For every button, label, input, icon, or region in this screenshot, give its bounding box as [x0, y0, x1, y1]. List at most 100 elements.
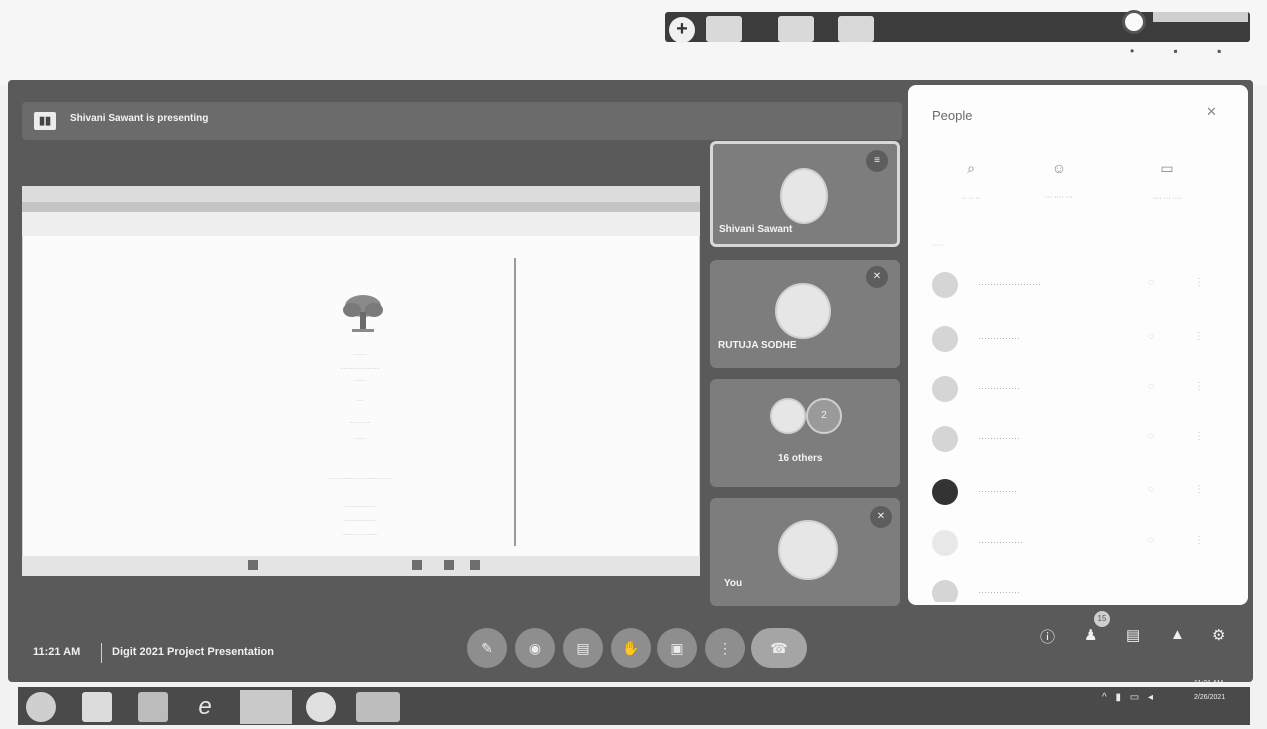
window-controls[interactable] [1153, 12, 1248, 22]
active-window-button[interactable] [240, 690, 292, 724]
more-icon[interactable]: ⋮ [1194, 535, 1204, 546]
avatar [932, 530, 958, 556]
participant-name: 16 others [778, 453, 823, 464]
people-panel-title: People [932, 108, 973, 123]
browser-tab[interactable] [778, 16, 814, 42]
document-text-line: ························ [342, 532, 378, 537]
mic-icon: ◌ [1148, 381, 1154, 392]
mic-off-icon: ✕ [870, 506, 892, 528]
list-item[interactable]: ·············· [930, 578, 1220, 602]
avatar [932, 580, 958, 602]
list-item[interactable]: ··············· ◌ ⋮ [930, 528, 1220, 558]
participants-count-badge: 15 [1094, 611, 1110, 627]
shared-taskbar-icon [248, 560, 258, 570]
shared-taskbar-icon [470, 560, 480, 570]
activities-icon[interactable]: ▲ [1170, 626, 1185, 643]
shared-screen-titlebar [22, 186, 700, 202]
action-label: ··· ···· ··· [1045, 194, 1073, 201]
participant-name: You [724, 578, 743, 589]
present-now-button[interactable]: ▣ [657, 628, 697, 668]
avatar [932, 479, 958, 505]
camera-toggle-button[interactable]: ◉ [515, 628, 555, 668]
mic-off-icon: ✕ [866, 266, 888, 288]
chat-icon[interactable]: ▤ [1126, 626, 1140, 644]
more-icon[interactable]: ⋮ [1194, 484, 1204, 495]
close-icon[interactable]: ✕ [1206, 104, 1217, 120]
more-icon[interactable]: ⋮ [1194, 381, 1204, 392]
extension-icons[interactable]: • ▪ ▪ [1130, 44, 1239, 58]
participant-name-blurred: ·············· [978, 383, 1020, 393]
action-label: ·· ·· ·· [962, 195, 980, 202]
participant-name-blurred: ····················· [978, 279, 1041, 289]
raise-hand-button[interactable]: ✋ [611, 628, 651, 668]
meeting-title: Digit 2021 Project Presentation [112, 646, 274, 658]
host-controls-icon[interactable]: ⚙ [1212, 626, 1225, 644]
leave-call-button[interactable]: ☎ [751, 628, 807, 668]
presenter-avatar-icon: ▮▮ [34, 112, 56, 130]
browser-tab[interactable] [706, 16, 742, 42]
system-tray-icons[interactable]: ^ ▮ ▭ ◂ [1102, 692, 1156, 703]
internet-explorer-icon[interactable]: e [190, 692, 220, 722]
screenshot: + • ▪ ▪ ▮▮ Shivani Sawant is presenting … [0, 0, 1267, 729]
avatar [932, 376, 958, 402]
search-icon: ⌕ [967, 160, 975, 176]
list-item[interactable]: ·············· ◌ ⋮ [930, 324, 1220, 354]
audio-level-icon: ≡ [866, 150, 888, 172]
mic-icon: ◌ [1148, 431, 1154, 442]
avatar [932, 426, 958, 452]
app-icon[interactable] [356, 692, 400, 722]
participant-name-blurred: ·············· [978, 587, 1020, 597]
document-text-line: ·························· [340, 366, 380, 371]
captions-button[interactable]: ▤ [563, 628, 603, 668]
app-icon[interactable] [138, 692, 168, 722]
browser-tab[interactable] [838, 16, 874, 42]
shared-screen-taskbar [22, 556, 700, 576]
participant-tile-others[interactable] [710, 379, 900, 487]
mic-toggle-button[interactable]: ✎ [467, 628, 507, 668]
participant-name-blurred: ············· [978, 486, 1017, 496]
start-button[interactable] [26, 692, 56, 722]
file-explorer-icon[interactable] [82, 692, 112, 722]
participant-name: Shivani Sawant [719, 224, 793, 235]
document-text-line: ······· [354, 378, 366, 383]
list-item[interactable]: ·············· ◌ ⋮ [930, 374, 1220, 404]
mic-icon: ◌ [1148, 535, 1154, 546]
people-action-button[interactable]: ▭ ···· ··· ···· [1122, 160, 1212, 205]
avatar [775, 283, 831, 339]
more-icon[interactable]: ⋮ [1194, 331, 1204, 342]
participant-name-blurred: ··············· [978, 537, 1023, 547]
meeting-time: 11:21 AM [33, 646, 81, 658]
people-icon[interactable]: ♟ [1084, 626, 1097, 644]
mic-icon: ◌ [1148, 484, 1154, 495]
more-icon[interactable]: ⋮ [1194, 277, 1204, 288]
info-icon[interactable]: ⓘ [1040, 626, 1055, 647]
add-people-button[interactable]: ⌕ ·· ·· ·· [926, 160, 1016, 205]
document-text-line: ········································… [328, 476, 392, 481]
taskbar-clock-time: 11:21 AM [1194, 680, 1224, 687]
list-item[interactable]: ············· ◌ ⋮ [930, 477, 1220, 507]
document-text-line: ····················· [344, 518, 376, 523]
taskbar-clock-date: 2/26/2021 [1194, 694, 1226, 701]
others-count-avatar: 2 [806, 398, 842, 434]
avatar [932, 326, 958, 352]
profile-icon[interactable] [1122, 10, 1146, 34]
document-text-line: ·············· [349, 420, 371, 425]
mic-icon: ◌ [1148, 331, 1154, 342]
section-label: ····· [932, 242, 944, 249]
document-text-line: ····· [356, 398, 364, 403]
divider [101, 643, 102, 663]
more-icon[interactable]: ⋮ [1194, 431, 1204, 442]
list-item[interactable]: ·············· ◌ ⋮ [930, 424, 1220, 454]
people-action-button[interactable]: ☺ ··· ···· ··· [1014, 160, 1104, 204]
tree-logo-icon [343, 295, 383, 332]
new-tab-icon[interactable]: + [669, 17, 695, 43]
shared-screen-ribbon [22, 202, 700, 212]
avatar [770, 398, 806, 434]
presenting-text: Shivani Sawant is presenting [70, 113, 209, 124]
firefox-icon[interactable] [306, 692, 336, 722]
more-options-button[interactable]: ⋮ [705, 628, 745, 668]
participant-name-blurred: ·············· [978, 433, 1020, 443]
list-item[interactable]: ····················· ◌ ⋮ [930, 270, 1220, 300]
action-label: ···· ··· ···· [1152, 195, 1182, 202]
shared-taskbar-icon [412, 560, 422, 570]
